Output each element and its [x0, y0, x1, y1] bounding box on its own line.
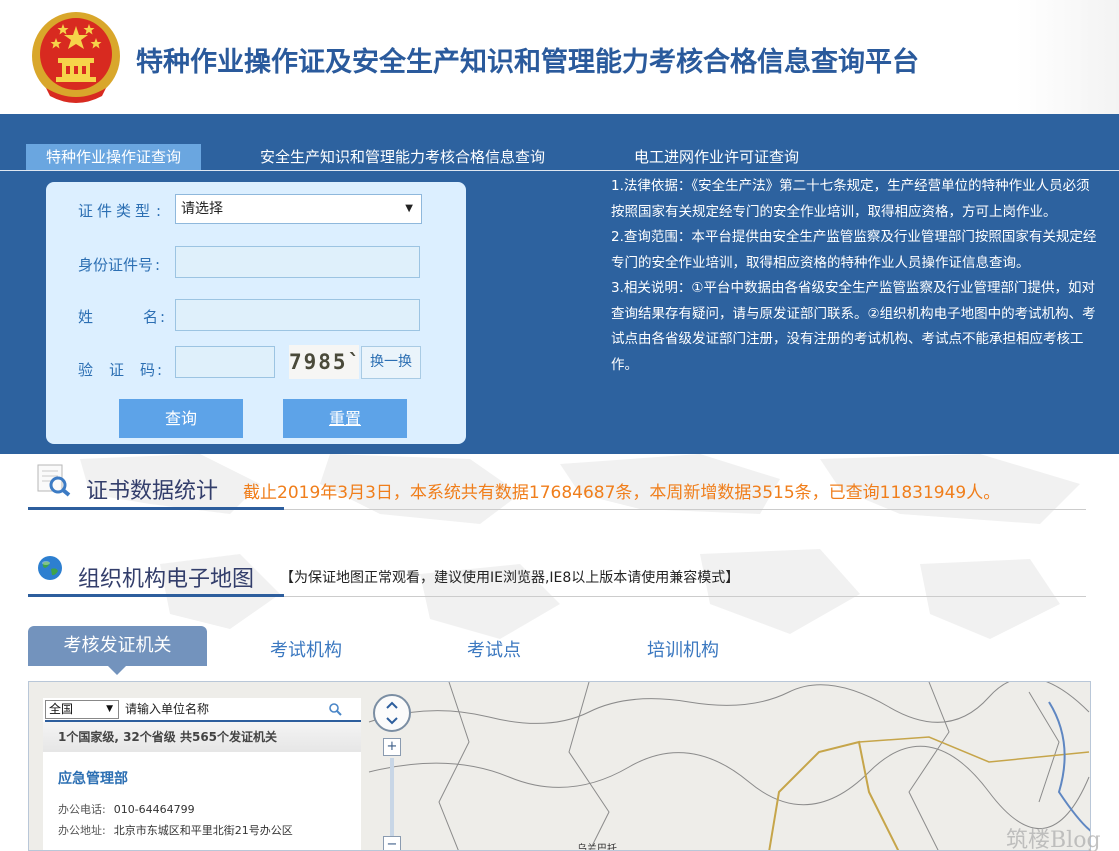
zoom-slider[interactable] — [390, 758, 394, 836]
header-fade — [1016, 0, 1119, 114]
tab-special-operation-cert[interactable]: 特种作业操作证查询 — [26, 144, 202, 170]
map-section-title: 组织机构电子地图 — [78, 567, 255, 592]
zoom-in-button[interactable]: + — [383, 738, 401, 756]
region-value: 全国 — [49, 702, 74, 716]
national-emblem-icon — [32, 12, 120, 103]
name-input[interactable] — [175, 299, 420, 331]
header: 特种作业操作证及安全生产知识和管理能力考核合格信息查询平台 — [0, 0, 1119, 114]
query-band: 特种作业操作证查询 安全生产知识和管理能力考核合格信息查询 电工进网作业许可证查… — [0, 114, 1119, 454]
org-list-panel: 全国 ▼ 请输入单位名称 1个国家级, 32个省级 共565个发证机关 应急管理… — [43, 698, 361, 850]
org-tab-exam-site[interactable]: 考试点 — [467, 636, 521, 662]
note-legal-basis: 1.法律依据：《安全生产法》第二十七条规定，生产经营单位的特种作业人员必须按照国… — [611, 178, 1090, 220]
org-tab-issuing-authority[interactable]: 考核发证机关 — [28, 626, 207, 675]
query-form: 证件类型: 请选择 ▼ 身份证件号: 姓名: 验证码: 7985` 换一换 查询… — [46, 182, 466, 444]
map-browser-note: 【为保证地图正常观看，建议使用IE浏览器,IE8以上版本请使用兼容模式】 — [280, 570, 740, 586]
tab-safety-knowledge-assessment[interactable]: 安全生产知识和管理能力考核合格信息查询 — [260, 144, 545, 170]
id-number-label: 身份证件号: — [78, 256, 161, 274]
org-tab-training-institution[interactable]: 培训机构 — [647, 636, 719, 662]
watermark: 筑楼Blog — [1006, 828, 1101, 851]
org-map[interactable]: 全国 ▼ 请输入单位名称 1个国家级, 32个省级 共565个发证机关 应急管理… — [28, 681, 1091, 851]
org-address: 办公地址: 北京市东城区和平里北街21号办公区 — [58, 824, 293, 837]
map-divider-accent — [28, 594, 284, 597]
captcha-input[interactable] — [175, 346, 275, 378]
dropdown-arrow-icon: ▼ — [405, 203, 413, 214]
search-icon[interactable] — [313, 700, 359, 719]
org-search-input[interactable]: 请输入单位名称 — [122, 700, 312, 719]
cert-type-select[interactable]: 请选择 ▼ — [175, 194, 422, 224]
stats-divider-accent — [28, 507, 284, 510]
magnifier-document-icon — [37, 464, 71, 497]
globe-icon — [38, 556, 62, 580]
query-button[interactable]: 查询 — [119, 399, 243, 438]
cert-type-value: 请选择 — [181, 201, 223, 217]
name-label: 姓名: — [78, 308, 166, 326]
stats-title: 证书数据统计 — [86, 479, 219, 504]
pan-arrows-icon — [386, 701, 398, 725]
captcha-label: 验证码: — [78, 361, 163, 379]
org-name-link[interactable]: 应急管理部 — [58, 768, 128, 788]
org-tab-issuing-authority-label: 考核发证机关 — [63, 635, 172, 656]
org-count-summary: 1个国家级, 32个省级 共565个发证机关 — [43, 722, 361, 752]
captcha-image[interactable]: 7985` — [289, 345, 360, 379]
region-select[interactable]: 全国 ▼ — [45, 700, 119, 719]
map-pan-control[interactable] — [373, 694, 411, 732]
site-title: 特种作业操作证及安全生产知识和管理能力考核合格信息查询平台 — [136, 47, 919, 78]
note-related-info: 3.相关说明：①平台中数据由各省级安全生产监管监察及行业管理部门提供，如对查询结… — [611, 280, 1096, 373]
captcha-refresh-button[interactable]: 换一换 — [361, 346, 421, 379]
cert-type-label: 证件类型: — [78, 202, 166, 220]
notes-panel: 1.法律依据：《安全生产法》第二十七条规定，生产经营单位的特种作业人员必须按照国… — [611, 174, 1097, 378]
stats-summary: 截止2019年3月3日，本系统共有数据17684687条，本周新增数据3515条… — [243, 483, 1001, 503]
note-query-scope: 2.查询范围：本平台提供由安全生产监管监察及行业管理部门按照国家有关规定经专门的… — [611, 229, 1097, 271]
active-tab-pointer — [108, 666, 126, 675]
region-dropdown-arrow-icon: ▼ — [106, 704, 113, 714]
reset-button[interactable]: 重置 — [283, 399, 407, 438]
map-place-label: 乌兰巴托 — [577, 844, 617, 851]
id-number-input[interactable] — [175, 246, 420, 278]
tab-electrician-permit[interactable]: 电工进网作业许可证查询 — [634, 144, 799, 170]
zoom-out-button[interactable]: − — [383, 836, 401, 850]
org-phone: 办公电话: 010-64464799 — [58, 803, 195, 816]
tab-divider — [0, 170, 1119, 171]
org-tab-exam-institution[interactable]: 考试机构 — [270, 636, 342, 662]
page: 特种作业操作证及安全生产知识和管理能力考核合格信息查询平台 特种作业操作证查询 … — [0, 0, 1119, 851]
